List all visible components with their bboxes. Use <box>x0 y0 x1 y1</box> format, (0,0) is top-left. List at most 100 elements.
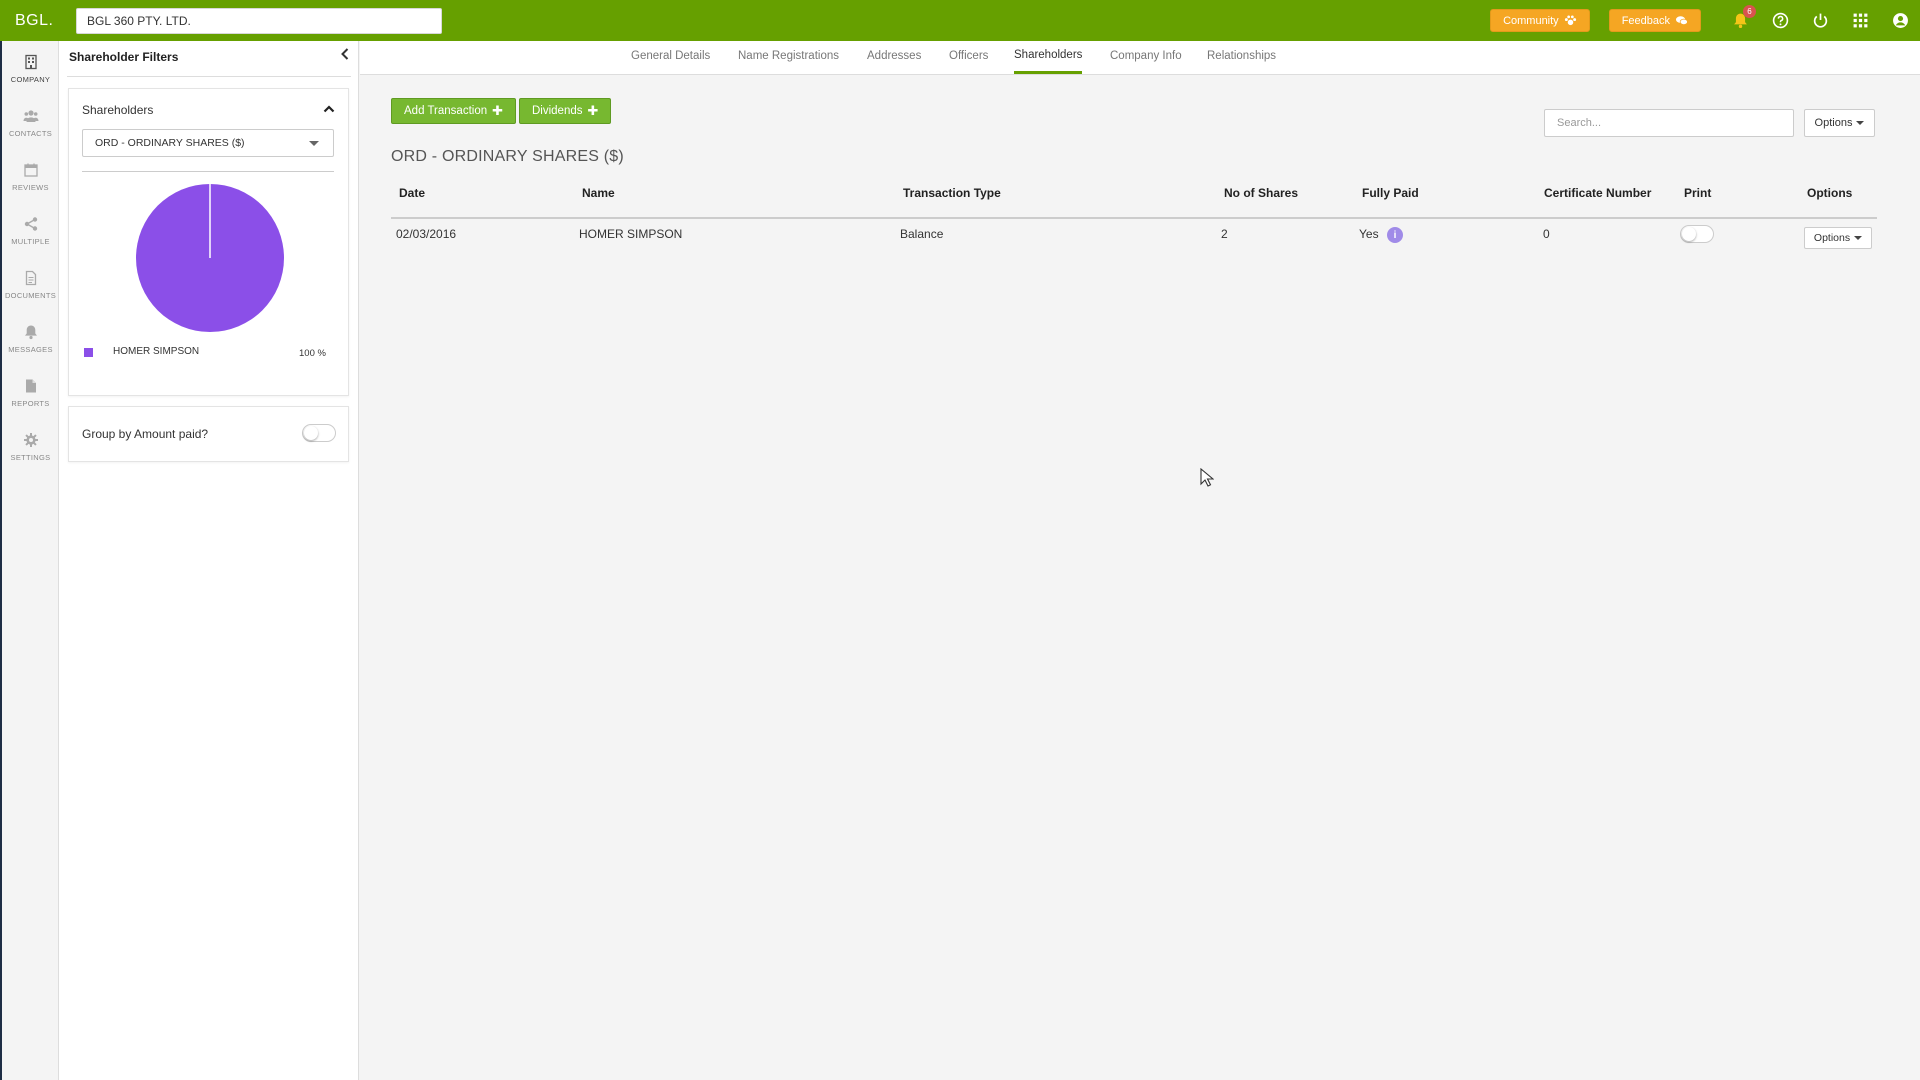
nav-label-multiple: MULTIPLE <box>11 237 50 246</box>
document-icon <box>25 270 36 286</box>
tab-officers[interactable]: Officers <box>949 50 988 75</box>
power-icon <box>1813 13 1827 28</box>
bell-icon <box>24 325 37 340</box>
report-icon <box>25 379 36 393</box>
chevron-up-icon[interactable] <box>322 102 336 116</box>
nav-label-settings: SETTINGS <box>10 453 51 462</box>
col-header-print: Print <box>1684 186 1712 200</box>
notifications-button[interactable]: 6 <box>1729 4 1756 32</box>
tab-name-registrations[interactable]: Name Registrations <box>738 50 839 75</box>
nav-label-company: COMPANY <box>10 75 51 84</box>
nav-item-reports[interactable]: REPORTS <box>2 367 59 419</box>
shareholder-filters-panel: Shareholder Filters Shareholders ORD - O… <box>59 41 359 1080</box>
module-sidebar: COMPANY CONTACTS REVIEWS MULTIPLE DOCUME… <box>0 41 59 1080</box>
nav-item-contacts[interactable]: CONTACTS <box>2 97 59 149</box>
top-bar: BGL. BGL 360 PTY. LTD. Community Feedbac… <box>0 0 1920 41</box>
shareholders-card: Shareholders ORD - ORDINARY SHARES ($) H… <box>68 88 349 396</box>
info-icon[interactable]: i <box>1387 227 1403 243</box>
col-header-name[interactable]: Name <box>582 186 615 200</box>
shareholders-heading: Shareholders <box>82 103 154 117</box>
feedback-button[interactable]: Feedback <box>1608 9 1701 32</box>
chat-bubbles-icon <box>1676 16 1688 25</box>
help-icon <box>1772 12 1788 29</box>
apps-button[interactable] <box>1849 10 1871 32</box>
user-account-button[interactable] <box>1889 10 1911 32</box>
chevron-down-icon <box>309 141 319 146</box>
collapse-panel-icon[interactable] <box>337 46 353 62</box>
cell-fully-paid: Yes <box>1359 227 1379 241</box>
nav-label-documents: DOCUMENTS <box>4 291 57 300</box>
nav-label-messages: MESSAGES <box>8 345 53 354</box>
tab-shareholders[interactable]: Shareholders <box>1014 49 1083 74</box>
share-class-selected: ORD - ORDINARY SHARES ($) <box>95 137 245 149</box>
company-tabs: General Details Name Registrations Addre… <box>360 41 1920 75</box>
row-options-button[interactable]: Options <box>1804 227 1872 249</box>
col-header-date[interactable]: Date <box>399 186 425 200</box>
col-header-transaction-type[interactable]: Transaction Type <box>903 186 1001 200</box>
add-transaction-label: Add Transaction <box>404 105 488 117</box>
table-header-divider <box>391 217 1877 219</box>
top-right-actions: Community Feedback 6 <box>1490 0 1920 41</box>
paw-icon <box>1564 15 1576 26</box>
col-header-options: Options <box>1807 186 1853 200</box>
notification-count-badge: 6 <box>1743 4 1756 18</box>
options-label: Options <box>1814 117 1853 129</box>
tab-general-details[interactable]: General Details <box>631 50 710 75</box>
cell-date: 02/03/2016 <box>396 227 457 241</box>
nav-item-reviews[interactable]: REVIEWS <box>2 151 59 203</box>
row-options-label: Options <box>1813 232 1851 244</box>
toggle-knob <box>1682 227 1696 241</box>
nav-label-reviews: REVIEWS <box>12 183 49 192</box>
search-input[interactable]: Search... <box>1544 109 1794 137</box>
share-class-title: ORD - ORDINARY SHARES ($) <box>391 148 624 165</box>
help-button[interactable] <box>1769 10 1791 32</box>
nav-item-settings[interactable]: SETTINGS <box>2 421 59 473</box>
select-divider <box>82 171 334 172</box>
share-icon <box>24 217 37 231</box>
cell-transaction-type: Balance <box>900 227 944 241</box>
shareholding-pie-chart <box>136 184 284 332</box>
main-content: General Details Name Registrations Addre… <box>360 41 1920 1080</box>
nav-item-company[interactable]: COMPANY <box>2 43 59 95</box>
col-header-no-of-shares[interactable]: No of Shares <box>1224 186 1298 200</box>
community-button[interactable]: Community <box>1490 9 1590 32</box>
print-toggle[interactable] <box>1680 225 1714 243</box>
legend-percentage: 100 % <box>299 348 326 359</box>
col-header-fully-paid[interactable]: Fully Paid <box>1362 186 1419 200</box>
nav-item-messages[interactable]: MESSAGES <box>2 313 59 365</box>
group-by-toggle[interactable] <box>302 424 336 442</box>
caret-down-icon <box>1854 236 1863 240</box>
cell-no-of-shares: 2 <box>1221 227 1228 241</box>
filters-title: Shareholder Filters <box>69 50 179 64</box>
toggle-knob <box>304 426 318 440</box>
caret-down-icon <box>1856 121 1865 125</box>
nav-item-documents[interactable]: DOCUMENTS <box>2 259 59 311</box>
logout-button[interactable] <box>1809 10 1831 32</box>
tab-company-info[interactable]: Company Info <box>1110 50 1182 75</box>
share-class-select[interactable]: ORD - ORDINARY SHARES ($) <box>82 129 334 157</box>
bgl-logo[interactable]: BGL. <box>15 12 63 30</box>
plus-icon: ✚ <box>587 103 599 118</box>
nav-item-multiple[interactable]: MULTIPLE <box>2 205 59 257</box>
filters-divider <box>67 76 351 77</box>
add-transaction-button[interactable]: Add Transaction ✚ <box>391 98 517 124</box>
tab-addresses[interactable]: Addresses <box>867 50 921 75</box>
apps-grid-icon <box>1853 13 1867 28</box>
tab-relationships[interactable]: Relationships <box>1207 50 1276 75</box>
cell-name: HOMER SIMPSON <box>579 227 683 241</box>
dividends-button[interactable]: Dividends ✚ <box>519 98 612 124</box>
plus-icon: ✚ <box>492 103 504 118</box>
legend-swatch <box>84 348 93 357</box>
legend-label: HOMER SIMPSON <box>113 346 200 357</box>
options-dropdown-button[interactable]: Options <box>1804 109 1875 137</box>
building-icon <box>24 54 37 70</box>
contacts-icon <box>23 110 38 122</box>
col-header-certificate-number[interactable]: Certificate Number <box>1544 186 1651 200</box>
dividends-label: Dividends <box>532 105 583 117</box>
nav-label-reports: REPORTS <box>11 399 50 408</box>
nav-label-contacts: CONTACTS <box>8 129 53 138</box>
entity-search-input[interactable]: BGL 360 PTY. LTD. <box>76 7 442 34</box>
group-by-card: Group by Amount paid? <box>68 406 349 462</box>
cell-certificate-number: 0 <box>1543 227 1550 241</box>
feedback-label: Feedback <box>1621 14 1670 27</box>
